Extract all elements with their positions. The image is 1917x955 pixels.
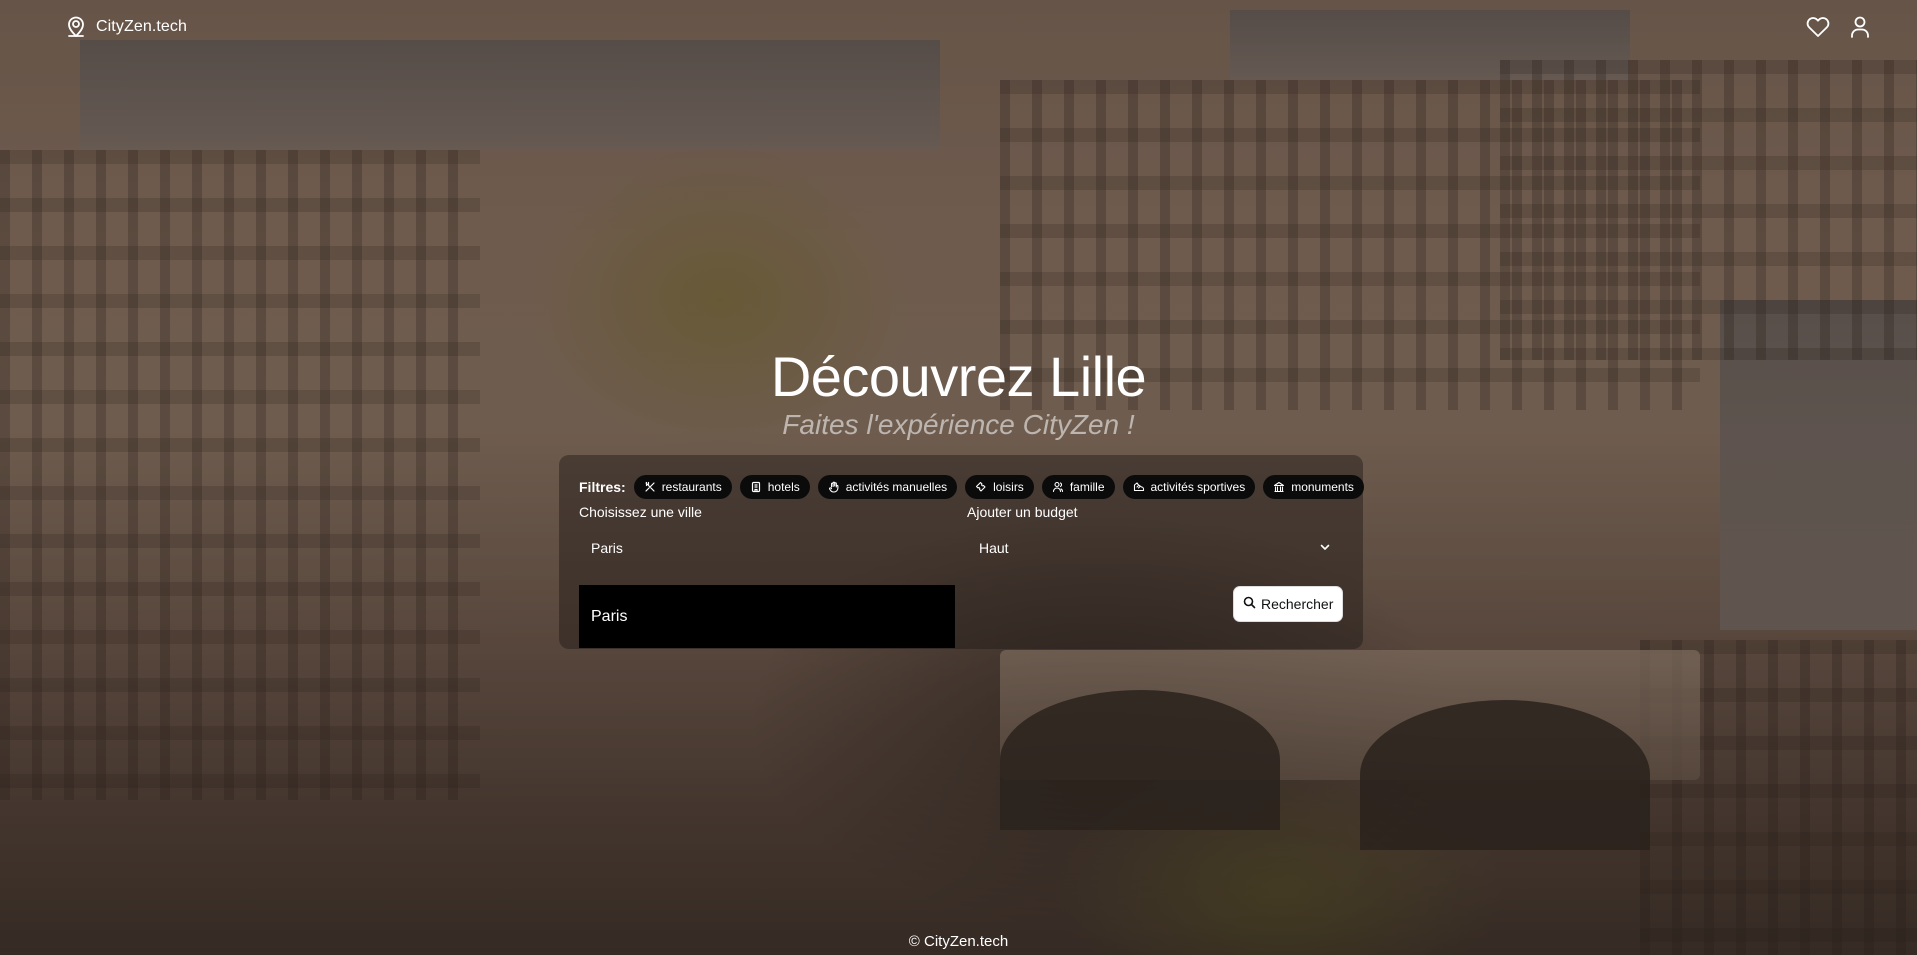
- family-icon: [1052, 481, 1064, 493]
- filter-chip-activites-sportives[interactable]: activités sportives: [1122, 475, 1256, 499]
- budget-field-label: Ajouter un budget: [967, 504, 1078, 520]
- user-icon[interactable]: [1847, 14, 1873, 40]
- hotel-icon: [750, 481, 762, 493]
- city-option-label: Paris: [591, 607, 628, 625]
- filters-label: Filtres:: [579, 479, 626, 495]
- heart-icon[interactable]: [1805, 14, 1831, 40]
- chip-label: activités manuelles: [845, 480, 948, 494]
- brand-link[interactable]: CityZen.tech: [64, 15, 187, 39]
- chip-label: loisirs: [993, 480, 1024, 494]
- filter-chip-loisirs[interactable]: loisirs: [965, 475, 1034, 499]
- page-title: Découvrez Lille: [770, 345, 1147, 408]
- footer-copyright: © CityZen.tech: [908, 933, 1009, 950]
- map-pin-icon: [64, 15, 88, 39]
- budget-select[interactable]: Haut: [967, 527, 1343, 569]
- ticket-icon: [975, 481, 987, 493]
- chip-label: monuments: [1291, 480, 1354, 494]
- chip-label: famille: [1069, 480, 1105, 494]
- city-dropdown-option[interactable]: Paris: [579, 585, 955, 648]
- page-subtitle: Faites l'expérience CityZen !: [782, 409, 1135, 440]
- filter-chip-activites-manuelles[interactable]: activités manuelles: [817, 475, 958, 499]
- landmark-icon: [1273, 481, 1285, 493]
- utensils-icon: [644, 481, 656, 493]
- filter-bar: Filtres: restaurants hotels activités ma…: [579, 475, 1364, 499]
- brand-name: CityZen.tech: [96, 18, 188, 35]
- city-field-label: Choisissez une ville: [579, 504, 702, 520]
- search-panel: Filtres: restaurants hotels activités ma…: [559, 455, 1364, 649]
- search-button-label: Rechercher: [1261, 596, 1334, 612]
- top-bar: CityZen.tech: [0, 0, 1917, 56]
- chip-label: restaurants: [661, 480, 722, 494]
- city-input-value: Paris: [591, 540, 623, 556]
- sport-shoe-icon: [1133, 481, 1145, 493]
- budget-select-value: Haut: [979, 540, 1009, 556]
- chip-label: activités sportives: [1150, 480, 1246, 494]
- search-button[interactable]: Rechercher: [1233, 586, 1344, 622]
- filter-chip-hotels[interactable]: hotels: [739, 475, 810, 499]
- chip-label: hotels: [767, 480, 800, 494]
- search-icon: [1243, 596, 1256, 612]
- filter-chip-restaurants[interactable]: restaurants: [633, 475, 732, 499]
- hand-icon: [828, 481, 840, 493]
- chevron-down-icon: [1319, 540, 1331, 556]
- filter-chip-famille[interactable]: famille: [1041, 475, 1115, 499]
- filter-chip-monuments[interactable]: monuments: [1263, 475, 1364, 499]
- city-input[interactable]: Paris: [579, 527, 959, 569]
